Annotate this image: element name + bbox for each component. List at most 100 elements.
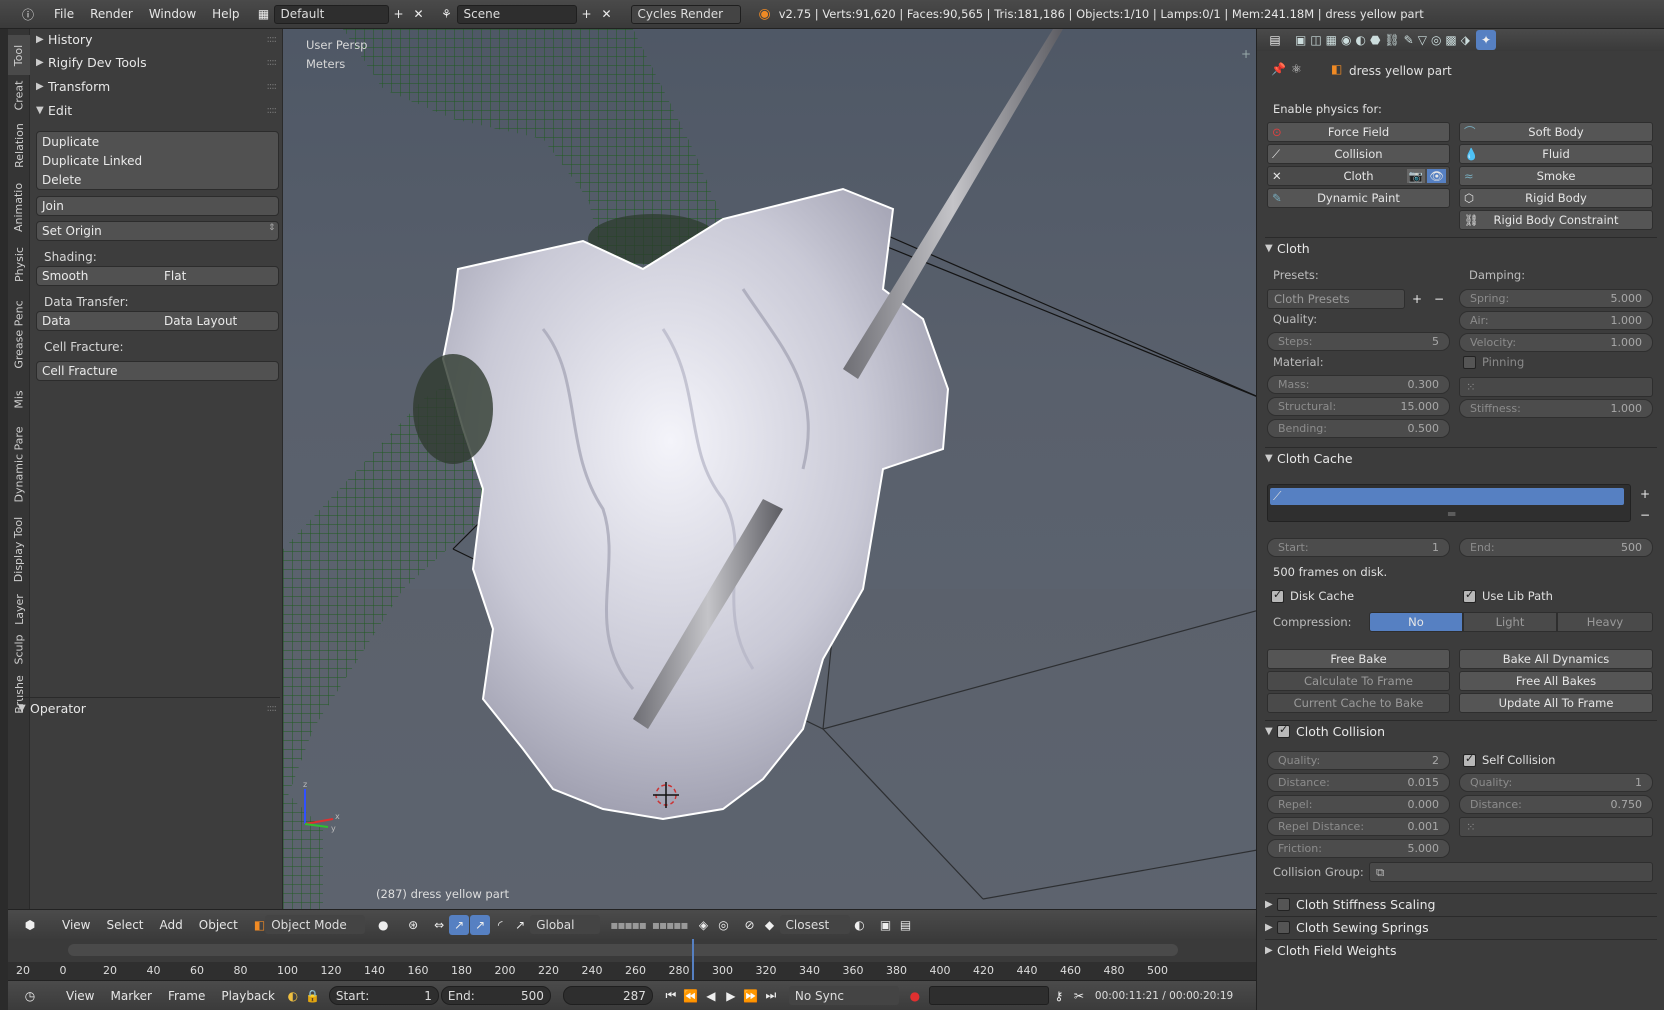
set-origin-select[interactable]: Set Origin	[42, 221, 102, 241]
timeline-scrollbar[interactable]	[68, 944, 1178, 956]
dynamic-paint-button[interactable]: ✎ Dynamic Paint	[1267, 188, 1450, 208]
delete-button[interactable]: Delete	[42, 170, 272, 190]
layers-grid-icon[interactable]: ▪▪▪▪▪	[610, 918, 647, 932]
jump-start-icon[interactable]: ⏮	[661, 986, 681, 1006]
menu-object[interactable]: Object	[191, 915, 246, 935]
repel-field[interactable]: Repel: 0.000	[1267, 795, 1450, 814]
tab-misc[interactable]: Mis	[8, 379, 30, 419]
rigid-body-constraint-button[interactable]: ⛓ Rigid Body Constraint	[1459, 210, 1653, 230]
cloth-presets-select[interactable]: Cloth Presets	[1267, 289, 1405, 309]
play-reverse-icon[interactable]: ◀	[701, 986, 721, 1006]
mass-field[interactable]: Mass: 0.300	[1267, 375, 1450, 394]
add-layout-button[interactable]: +	[389, 4, 409, 24]
friction-field[interactable]: Friction: 5.000	[1267, 839, 1450, 858]
cache-list-item[interactable]: ⟋	[1270, 488, 1624, 505]
lock-camera-icon[interactable]: ◈	[694, 915, 714, 935]
cloth-field-weights-panel[interactable]: ▶ Cloth Field Weights	[1265, 939, 1657, 961]
cloth-sewing-springs-panel[interactable]: ▶ Cloth Sewing Springs	[1265, 916, 1657, 938]
self-collision-group-field[interactable]: ⁙	[1459, 817, 1653, 837]
proportional-edit-icon[interactable]: ◎	[714, 915, 734, 935]
menu-marker[interactable]: Marker	[102, 986, 159, 1006]
soft-body-button[interactable]: ⌒ Soft Body	[1459, 122, 1653, 142]
free-all-bakes-button[interactable]: Free All Bakes	[1459, 671, 1653, 691]
spring-damping-field[interactable]: Spring: 5.000	[1459, 289, 1653, 308]
timeline-editor-icon[interactable]: ◷	[20, 986, 40, 1006]
smooth-button[interactable]: Smooth	[42, 266, 88, 286]
delete-keyframe-icon[interactable]: ✂	[1069, 986, 1089, 1006]
record-keyframe-icon[interactable]: ●	[905, 986, 925, 1006]
menu-view[interactable]: View	[58, 986, 102, 1006]
remove-layout-button[interactable]: ✕	[409, 4, 429, 24]
play-icon[interactable]: ▶	[721, 986, 741, 1006]
screen-layout-icon[interactable]: ▦	[254, 4, 274, 24]
menu-file[interactable]: File	[46, 4, 82, 24]
snap-toggle-icon[interactable]: ⊘	[740, 915, 760, 935]
keying-set-field[interactable]	[928, 986, 1049, 1005]
jump-keyframe-forward-icon[interactable]: ⏩	[741, 986, 761, 1006]
transform-orientation-select[interactable]: Global	[530, 915, 601, 934]
panel-history[interactable]: ▶ History::::	[36, 28, 280, 50]
cell-fracture-button[interactable]: Cell Fracture	[42, 361, 118, 381]
sewing-springs-checkbox[interactable]	[1277, 921, 1290, 934]
data-layout-button[interactable]: Data Layout	[164, 311, 237, 331]
remove-cloth-icon[interactable]: ✕	[1272, 169, 1282, 183]
tab-grease-pencil[interactable]: Grease Penc	[8, 289, 30, 379]
current-frame-field[interactable]: 287	[562, 986, 653, 1005]
snap-target-select[interactable]: Closest	[779, 915, 850, 934]
layers-grid-icon-2[interactable]: ▪▪▪▪▪	[652, 918, 689, 932]
smoke-button[interactable]: ≈ Smoke	[1459, 166, 1653, 186]
compression-light-option[interactable]: Light	[1463, 612, 1557, 632]
force-field-button[interactable]: ⊙ Force Field	[1267, 122, 1450, 142]
tab-animation[interactable]: Animatio	[8, 175, 30, 239]
duplicate-linked-button[interactable]: Duplicate Linked	[42, 151, 272, 171]
remove-cache-button[interactable]: −	[1635, 505, 1655, 525]
remove-scene-button[interactable]: ✕	[597, 4, 617, 24]
info-editor-icon[interactable]: ⓘ	[18, 4, 38, 24]
menu-select[interactable]: Select	[98, 915, 151, 935]
3d-viewport[interactable]: z x y	[283, 29, 1256, 909]
menu-help[interactable]: Help	[204, 4, 247, 24]
mode-select[interactable]: Object Mode	[265, 915, 366, 934]
tab-relations[interactable]: Relation	[8, 115, 30, 175]
cloth-cache-panel-header[interactable]: ▼ Cloth Cache	[1265, 447, 1657, 469]
editor-type-icon[interactable]: ▤	[1265, 30, 1285, 50]
disk-cache-checkbox[interactable]: Disk Cache	[1271, 588, 1354, 603]
cloth-collision-panel-header[interactable]: ▼Cloth Collision	[1265, 720, 1657, 742]
calculate-to-frame-button[interactable]: Calculate To Frame	[1267, 671, 1450, 691]
camera-toggle-icon[interactable]: 📷	[1406, 169, 1425, 183]
lock-time-icon[interactable]: 🔒	[303, 986, 323, 1006]
drag-handle-icon[interactable]: ::::	[267, 57, 278, 68]
flat-button[interactable]: Flat	[164, 266, 186, 286]
eye-toggle-icon[interactable]: 👁	[1427, 169, 1446, 183]
preview-range-icon[interactable]: ◐	[283, 986, 303, 1006]
scene-field[interactable]: Scene	[456, 4, 577, 24]
start-frame-field[interactable]: Start: 1	[328, 986, 439, 1005]
translate-manipulator-icon[interactable]: ↗	[449, 914, 470, 935]
cloth-button[interactable]: ✕ Cloth 📷 👁	[1267, 166, 1450, 186]
collision-enable-checkbox[interactable]	[1277, 723, 1290, 738]
render-engine-select[interactable]: Cycles Render	[630, 4, 741, 24]
compression-no-option[interactable]: No	[1369, 612, 1463, 632]
drag-handle-icon[interactable]: ::::	[267, 105, 278, 116]
self-collision-checkbox[interactable]: Self Collision	[1463, 752, 1555, 767]
pin-stiffness-field[interactable]: Stiffness: 1.000	[1459, 399, 1653, 418]
panel-edit[interactable]: ▼ Edit::::	[36, 99, 280, 121]
opengl-render-icon[interactable]: ▣	[876, 915, 896, 935]
pivot-point-icon[interactable]: ⊛	[403, 915, 423, 935]
join-button[interactable]: Join	[42, 196, 64, 216]
collision-distance-field[interactable]: Distance: 0.015	[1267, 773, 1450, 792]
panel-rigify-dev-tools[interactable]: ▶ Rigify Dev Tools::::	[36, 51, 280, 73]
opengl-anim-icon[interactable]: ▤	[896, 915, 916, 935]
list-resize-handle[interactable]: ═	[1448, 507, 1455, 521]
free-bake-button[interactable]: Free Bake	[1267, 649, 1450, 669]
viewport-shading-icon[interactable]: ●	[373, 915, 393, 935]
steps-field[interactable]: Steps: 5	[1267, 332, 1450, 351]
end-frame-field[interactable]: End: 500	[440, 986, 551, 1005]
menu-frame[interactable]: Frame	[160, 986, 213, 1006]
cache-list[interactable]: ⟋ ═	[1267, 484, 1631, 522]
menu-playback[interactable]: Playback	[213, 986, 283, 1006]
layout-field[interactable]: Default	[273, 4, 389, 24]
menu-add[interactable]: Add	[152, 915, 191, 935]
cache-start-field[interactable]: Start: 1	[1267, 538, 1450, 557]
fluid-button[interactable]: 💧 Fluid	[1459, 144, 1653, 164]
